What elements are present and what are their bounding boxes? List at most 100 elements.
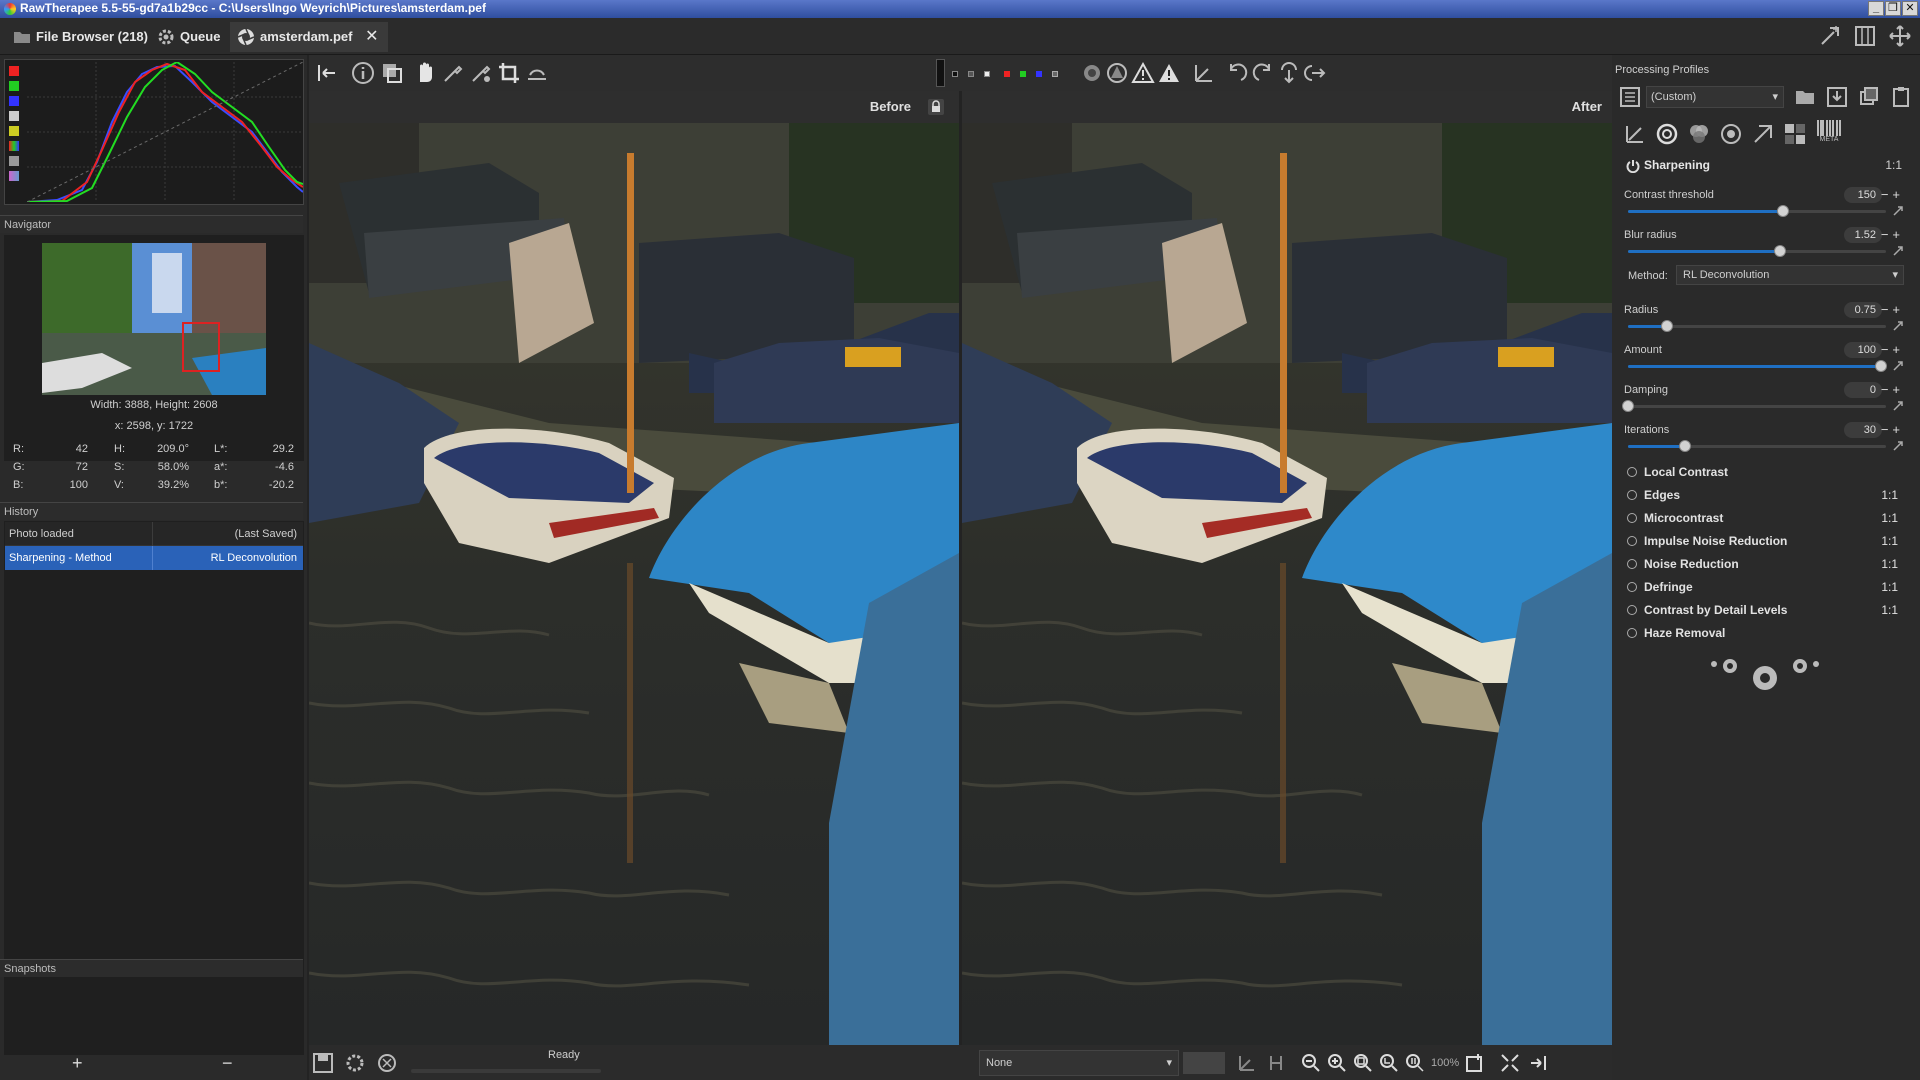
power-icon[interactable] [1627, 490, 1637, 500]
profile-select[interactable]: (Custom) ▾ [1646, 86, 1784, 108]
info-icon[interactable] [351, 61, 375, 85]
maximize-button[interactable]: ❐ [1885, 1, 1901, 16]
tool-microcontrast[interactable]: Microcontrast 1:1 [1624, 508, 1904, 528]
histogram-toggles[interactable] [7, 64, 21, 204]
panels-icon[interactable] [1853, 24, 1877, 48]
straighten-icon[interactable] [525, 61, 549, 85]
hand-tool-icon[interactable] [413, 61, 437, 85]
preview-red[interactable] [1004, 71, 1010, 77]
chroma-toggle[interactable] [9, 126, 19, 136]
save-profile-icon[interactable] [1826, 86, 1848, 108]
rotate-right-icon[interactable] [1251, 61, 1275, 85]
slider-value-field[interactable]: 150 [1844, 187, 1882, 203]
hide-left-panel-icon[interactable] [315, 61, 339, 85]
power-icon[interactable] [1627, 582, 1637, 592]
reset-icon[interactable] [1892, 360, 1904, 372]
preview-bg-gray[interactable] [968, 71, 974, 77]
tool-contrast-by-detail-levels[interactable]: Contrast by Detail Levels 1:1 [1624, 600, 1904, 620]
tool-defringe[interactable]: Defringe 1:1 [1624, 577, 1904, 597]
crop-icon[interactable] [497, 61, 521, 85]
slider-value-field[interactable]: 30 [1844, 422, 1882, 438]
copy-profile-icon[interactable] [1858, 86, 1880, 108]
power-icon[interactable] [1627, 536, 1637, 546]
navigator-thumbnail[interactable] [42, 243, 266, 395]
zoom-100-icon[interactable] [1404, 1052, 1426, 1074]
tab-queue[interactable]: Queue [150, 22, 230, 52]
tool-edges[interactable]: Edges 1:1 [1624, 485, 1904, 505]
preview-luminance[interactable] [1052, 71, 1058, 77]
preview-bg-black[interactable] [952, 71, 958, 77]
luminance-toggle[interactable] [9, 111, 19, 121]
focus-mask-icon[interactable] [1080, 61, 1104, 85]
preview-blue[interactable] [1036, 71, 1042, 77]
slider-value-field[interactable]: 0 [1844, 382, 1882, 398]
color-picker-icon[interactable] [469, 61, 493, 85]
history-row-selected[interactable]: Sharpening - Method RL Deconvolution [5, 546, 303, 570]
flip-horizontal-icon[interactable] [1303, 61, 1327, 85]
tab-editor[interactable]: amsterdam.pef ✕ [230, 22, 389, 52]
red-channel-toggle[interactable] [9, 66, 19, 76]
zoom-out-icon[interactable] [1300, 1052, 1322, 1074]
slider-stepper[interactable]: −+ [1881, 382, 1904, 397]
slider-track[interactable] [1628, 320, 1886, 332]
reset-icon[interactable] [1892, 320, 1904, 332]
slider-value-field[interactable]: 0.75 [1844, 302, 1882, 318]
preview-green[interactable] [1020, 71, 1026, 77]
method-select[interactable]: RL Deconvolution ▾ [1676, 265, 1904, 285]
reset-icon[interactable] [1892, 400, 1904, 412]
slider-track[interactable] [1628, 205, 1886, 217]
tool-noise-reduction[interactable]: Noise Reduction 1:1 [1624, 554, 1904, 574]
preview-mode-bar[interactable] [936, 59, 945, 87]
slider-stepper[interactable]: −+ [1881, 187, 1904, 202]
open-profile-icon[interactable] [1794, 86, 1816, 108]
minimize-button[interactable]: _ [1868, 1, 1884, 16]
slider-track[interactable] [1628, 360, 1887, 372]
reset-icon[interactable] [1892, 440, 1904, 452]
tool-local-contrast[interactable]: Local Contrast [1624, 462, 1904, 482]
slider-knob[interactable] [1678, 440, 1691, 452]
power-icon[interactable] [1627, 467, 1637, 477]
perspective-icon[interactable] [1192, 61, 1216, 85]
slider-value-field[interactable]: 1.52 [1844, 227, 1882, 243]
raw-tab-icon[interactable] [1783, 122, 1807, 146]
slider-knob[interactable] [1622, 400, 1634, 412]
crop-guide-select[interactable]: None ▾ [979, 1050, 1179, 1076]
slider-stepper[interactable]: −+ [1881, 422, 1904, 437]
after-image[interactable] [962, 123, 1612, 1045]
zoom-in-icon[interactable] [1326, 1052, 1348, 1074]
history-row[interactable]: Photo loaded (Last Saved) [5, 522, 303, 546]
slider-track[interactable] [1628, 245, 1886, 257]
slider-stepper[interactable]: −+ [1881, 227, 1904, 242]
shadow-clip-icon[interactable] [1105, 61, 1129, 85]
fullscreen-icon[interactable] [1888, 24, 1912, 48]
power-icon[interactable] [1627, 628, 1637, 638]
close-window-button[interactable]: ✕ [1902, 1, 1918, 16]
power-icon[interactable] [1627, 559, 1637, 569]
slider-track[interactable] [1622, 400, 1886, 412]
sharpening-header[interactable]: Sharpening 1:1 [1624, 156, 1908, 176]
hide-right-panel-icon[interactable] [1527, 1052, 1549, 1074]
add-editor-icon[interactable] [1818, 24, 1842, 48]
save-icon[interactable] [312, 1052, 334, 1074]
mode-toggle[interactable] [9, 171, 19, 181]
close-tab-icon[interactable]: ✕ [365, 22, 378, 52]
before-image[interactable] [309, 123, 959, 1045]
tool-haze-removal[interactable]: Haze Removal [1624, 623, 1904, 643]
blue-channel-toggle[interactable] [9, 96, 19, 106]
lock-icon[interactable] [927, 98, 945, 116]
zoom-fit-icon[interactable] [1352, 1052, 1374, 1074]
external-editor-icon[interactable] [376, 1052, 398, 1074]
color-tab-icon[interactable] [1687, 122, 1711, 146]
white-balance-picker-icon[interactable] [441, 61, 465, 85]
fit-screen-icon[interactable] [1499, 1052, 1521, 1074]
perspective-guide-icon[interactable] [1236, 1052, 1258, 1074]
new-detail-window-icon[interactable] [1464, 1052, 1486, 1074]
reset-icon[interactable] [1892, 245, 1904, 257]
transform-tab-icon[interactable] [1751, 122, 1775, 146]
zoom-crop-icon[interactable] [1378, 1052, 1400, 1074]
slider-track[interactable] [1628, 440, 1886, 452]
queue-icon[interactable] [344, 1052, 366, 1074]
remove-snapshot-button[interactable]: − [222, 1053, 233, 1074]
green-channel-toggle[interactable] [9, 81, 19, 91]
add-snapshot-button[interactable]: + [72, 1053, 83, 1074]
